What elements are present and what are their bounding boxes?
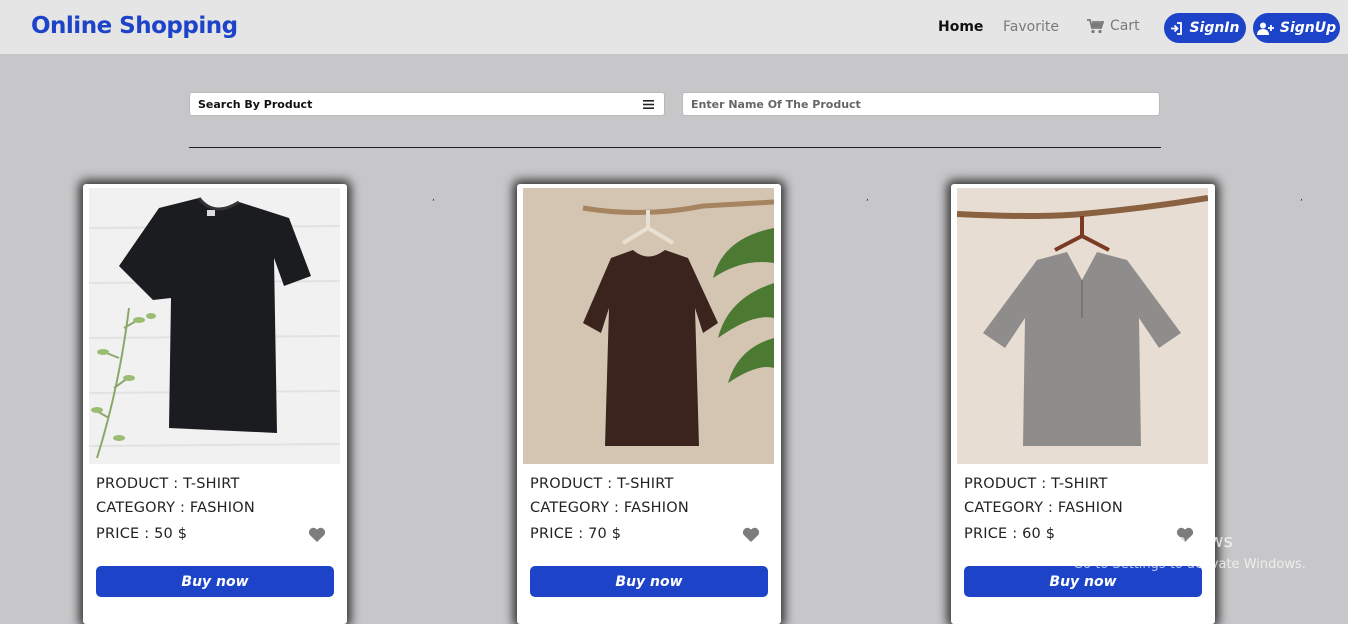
cart-icon (1087, 18, 1104, 33)
product-name-input[interactable] (682, 92, 1160, 116)
product-name: PRODUCT : T-SHIRT (96, 476, 240, 492)
product-category: CATEGORY : FASHION (96, 500, 255, 516)
stray-mark: , (432, 193, 435, 203)
search-divider (189, 147, 1161, 148)
nav-cart-link[interactable]: Cart (1087, 18, 1140, 34)
sign-in-icon (1171, 21, 1183, 35)
navbar: Online Shopping Home Favorite Cart SignI… (0, 0, 1348, 54)
buy-now-button[interactable]: Buy now (96, 566, 334, 597)
search-type-select[interactable]: Search By Product (189, 92, 665, 116)
product-image-brown-tshirt[interactable] (523, 188, 774, 464)
menu-icon (643, 99, 654, 109)
product-image-grey-shirt[interactable] (957, 188, 1208, 464)
product-name: PRODUCT : T-SHIRT (964, 476, 1108, 492)
product-price: PRICE : 50 $ (96, 526, 188, 542)
product-card: PRODUCT : T-SHIRT CATEGORY : FASHION PRI… (517, 184, 781, 624)
activate-windows-subtitle: Go to Settings to activate Windows. (1073, 557, 1306, 572)
signup-button[interactable]: SignUp (1253, 13, 1340, 43)
nav-favorite-link[interactable]: Favorite (1003, 19, 1059, 35)
product-category: CATEGORY : FASHION (530, 500, 689, 516)
cart-label: Cart (1110, 18, 1140, 34)
stray-mark: , (866, 193, 869, 203)
favorite-heart-icon[interactable] (308, 527, 326, 543)
brand-logo[interactable]: Online Shopping (31, 13, 238, 39)
product-category: CATEGORY : FASHION (964, 500, 1123, 516)
buy-now-button[interactable]: Buy now (530, 566, 768, 597)
nav-home-link[interactable]: Home (938, 19, 983, 35)
activate-windows-title: Activate Windows (1073, 531, 1233, 552)
stray-mark: , (1300, 193, 1303, 203)
search-type-label: Search By Product (198, 97, 313, 111)
product-name: PRODUCT : T-SHIRT (530, 476, 674, 492)
signin-button[interactable]: SignIn (1164, 13, 1246, 43)
user-plus-icon (1256, 22, 1274, 35)
product-price: PRICE : 60 $ (964, 526, 1056, 542)
signup-label: SignUp (1279, 20, 1337, 36)
product-price: PRICE : 70 $ (530, 526, 622, 542)
product-image-black-tshirt[interactable] (89, 188, 340, 464)
signin-label: SignIn (1189, 20, 1240, 36)
product-card: PRODUCT : T-SHIRT CATEGORY : FASHION PRI… (83, 184, 347, 624)
favorite-heart-icon[interactable] (742, 527, 760, 543)
